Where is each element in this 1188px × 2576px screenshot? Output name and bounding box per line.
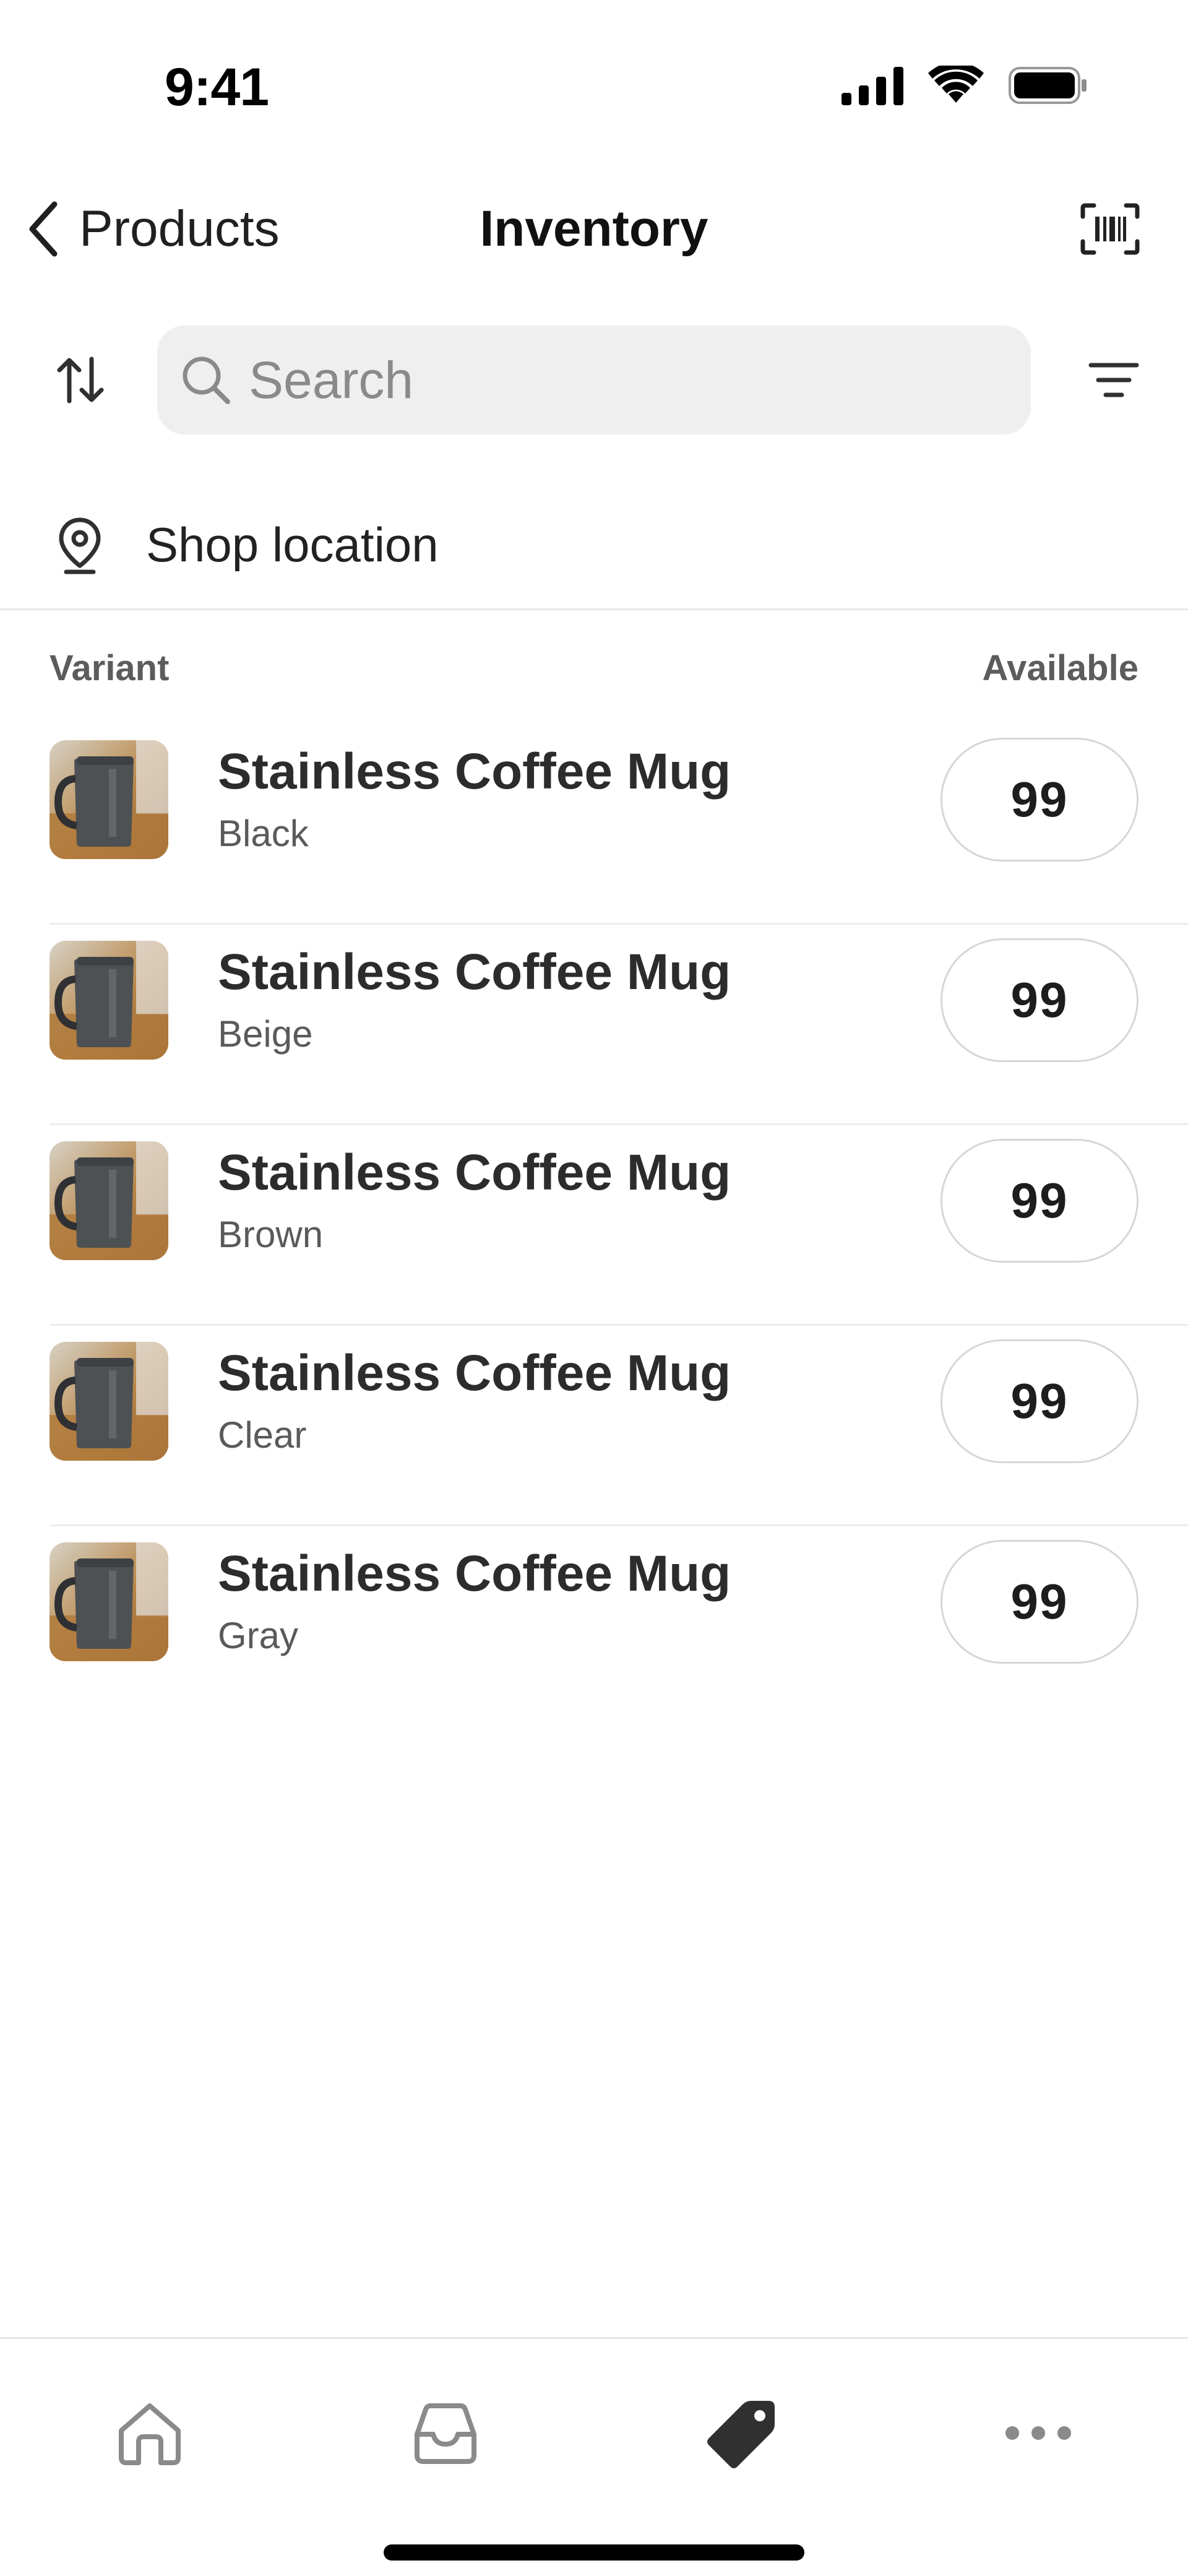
search-row (0, 326, 1188, 434)
list-item[interactable]: Stainless Coffee Mug Gray 99 (50, 1526, 1188, 1727)
more-icon (1005, 2426, 1071, 2440)
product-thumbnail (50, 1342, 168, 1461)
available-quantity-value: 99 (1010, 1173, 1069, 1228)
variant-name: Beige (218, 1013, 313, 1055)
home-indicator (384, 2544, 804, 2561)
status-time: 9:41 (165, 58, 269, 117)
inbox-icon (415, 2403, 476, 2464)
tab-home[interactable] (100, 2384, 199, 2483)
product-title: Stainless Coffee Mug (218, 1345, 731, 1401)
search-input[interactable] (249, 350, 991, 410)
wifi-icon (928, 66, 984, 103)
available-quantity-field[interactable]: 99 (940, 1339, 1138, 1463)
cellular-signal-icon (842, 67, 903, 105)
available-quantity-value: 99 (1010, 1574, 1069, 1629)
product-thumbnail (50, 941, 168, 1060)
product-thumbnail (50, 1141, 168, 1260)
product-title: Stainless Coffee Mug (218, 743, 731, 800)
product-thumbnail (50, 740, 168, 859)
list-item[interactable]: Stainless Coffee Mug Beige 99 (50, 925, 1188, 1125)
available-quantity-field[interactable]: 99 (940, 938, 1138, 1062)
product-title: Stainless Coffee Mug (218, 944, 731, 1000)
barcode-scan-button[interactable] (1079, 198, 1141, 260)
page-title: Inventory (480, 201, 708, 257)
list-item[interactable]: Stainless Coffee Mug Black 99 (50, 724, 1188, 925)
list-item[interactable]: Stainless Coffee Mug Clear 99 (50, 1326, 1188, 1526)
tag-icon (707, 2401, 775, 2468)
barcode-scan-icon (1080, 203, 1140, 255)
battery-icon (1009, 67, 1087, 104)
product-thumbnail (50, 1542, 168, 1661)
status-icons (842, 66, 1089, 105)
column-header-available: Available (982, 648, 1138, 688)
list-header: Variant Available (50, 647, 1138, 697)
filter-button[interactable] (1083, 349, 1145, 411)
tab-orders[interactable] (396, 2384, 495, 2483)
variant-name: Gray (218, 1615, 299, 1656)
product-title: Stainless Coffee Mug (218, 1545, 731, 1602)
location-label: Shop location (146, 517, 439, 572)
available-quantity-value: 99 (1010, 772, 1069, 827)
available-quantity-value: 99 (1010, 1373, 1069, 1428)
variant-name: Black (218, 813, 309, 854)
available-quantity-field[interactable]: 99 (940, 1139, 1138, 1263)
sort-button[interactable] (50, 349, 111, 411)
variant-name: Clear (218, 1414, 307, 1456)
filter-icon (1088, 363, 1139, 397)
tab-bar (0, 2337, 1188, 2576)
location-pin-icon (52, 515, 108, 577)
tab-products[interactable] (693, 2384, 792, 2483)
available-quantity-value: 99 (1010, 972, 1069, 1027)
product-title: Stainless Coffee Mug (218, 1144, 731, 1201)
variant-list: Stainless Coffee Mug Black 99 Stainless … (0, 724, 1188, 1727)
available-quantity-field[interactable]: 99 (940, 738, 1138, 862)
search-box[interactable] (157, 326, 1031, 434)
home-icon (119, 2403, 181, 2465)
search-icon (183, 357, 230, 404)
navigation-bar: Products Inventory (0, 179, 1188, 279)
available-quantity-field[interactable]: 99 (940, 1540, 1138, 1664)
list-item[interactable]: Stainless Coffee Mug Brown 99 (50, 1125, 1188, 1326)
variant-name: Brown (218, 1214, 324, 1255)
column-header-variant: Variant (50, 648, 170, 688)
sort-arrows-icon (57, 357, 104, 404)
tab-more[interactable] (989, 2384, 1088, 2483)
location-selector[interactable]: Shop location (0, 489, 1188, 610)
status-bar: 9:41 (0, 0, 1188, 173)
